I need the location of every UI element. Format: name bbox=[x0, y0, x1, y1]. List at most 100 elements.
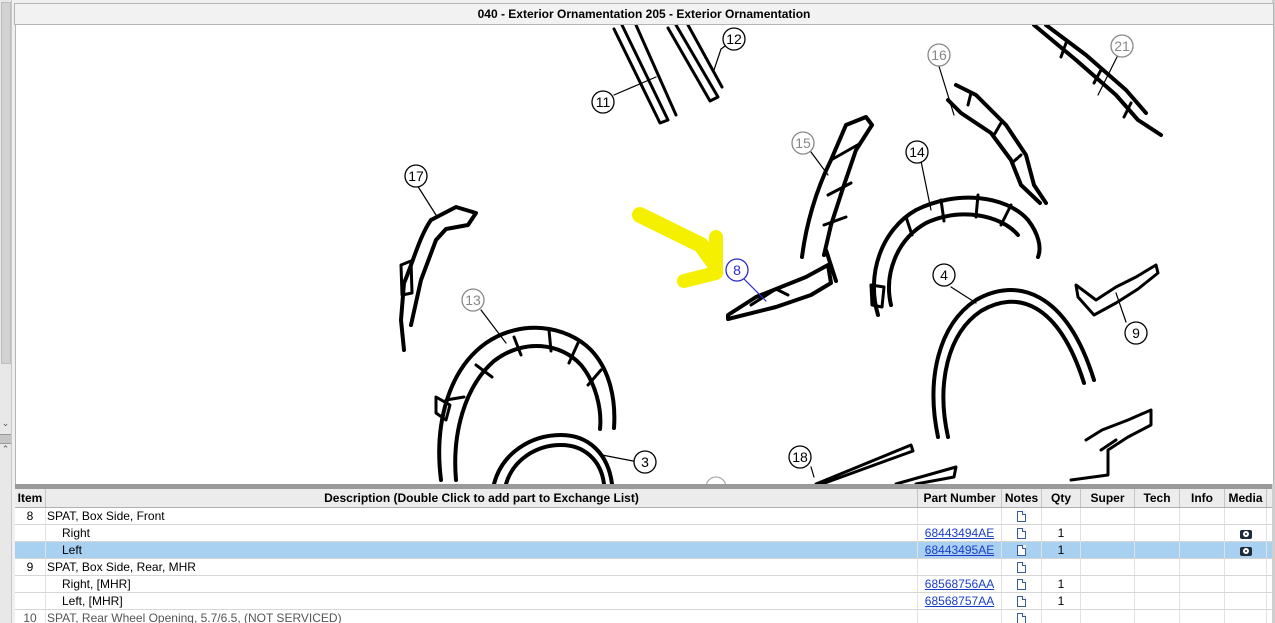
column-header-super[interactable]: Super bbox=[1081, 489, 1135, 507]
row-part-number bbox=[918, 559, 1002, 575]
part-16-bracket[interactable] bbox=[946, 83, 1048, 205]
column-header-description[interactable]: Description (Double Click to add part to… bbox=[46, 489, 918, 507]
callout-11[interactable]: 11 bbox=[591, 90, 615, 114]
row-end bbox=[1267, 593, 1272, 609]
table-row[interactable]: Left, [MHR] 68568757AA 1 bbox=[15, 593, 1272, 610]
row-tech bbox=[1135, 559, 1180, 575]
part-9-spat[interactable] bbox=[1074, 263, 1160, 317]
column-header-qty[interactable]: Qty bbox=[1042, 489, 1081, 507]
row-part-number: 68443495AE bbox=[918, 542, 1002, 558]
row-item bbox=[15, 542, 46, 558]
callout-8[interactable]: 8 bbox=[725, 258, 749, 282]
row-qty: 1 bbox=[1042, 542, 1081, 558]
row-info bbox=[1180, 576, 1225, 592]
row-super bbox=[1081, 559, 1135, 575]
row-media bbox=[1225, 576, 1267, 592]
notes-icon[interactable] bbox=[1017, 579, 1026, 590]
callout-11-label: 11 bbox=[596, 94, 611, 110]
notes-icon[interactable] bbox=[1017, 528, 1026, 539]
scroll-up-arrow-icon[interactable]: ⌃ bbox=[1, 444, 10, 455]
column-header-part-number[interactable]: Part Number bbox=[918, 489, 1002, 507]
row-notes bbox=[1002, 610, 1042, 623]
callout-12[interactable]: 12 bbox=[722, 27, 746, 51]
camera-icon[interactable] bbox=[1239, 547, 1252, 556]
column-header-item[interactable]: Item bbox=[15, 489, 46, 507]
row-item bbox=[15, 593, 46, 609]
column-header-media[interactable]: Media bbox=[1225, 489, 1267, 507]
callout-18[interactable]: 18 bbox=[788, 445, 812, 469]
part-number-link[interactable]: 68568756AA bbox=[925, 577, 994, 591]
pane-splitter-handle[interactable] bbox=[0, 434, 11, 444]
row-part-number bbox=[918, 508, 1002, 524]
notes-icon[interactable] bbox=[1017, 545, 1026, 556]
table-header: Item Description (Double Click to add pa… bbox=[15, 489, 1272, 508]
row-super bbox=[1081, 593, 1135, 609]
table-row[interactable]: 8 SPAT, Box Side, Front bbox=[15, 508, 1272, 525]
part-14-wheel-liner[interactable] bbox=[869, 193, 1042, 317]
notes-icon[interactable] bbox=[1017, 596, 1026, 607]
notes-icon[interactable] bbox=[1017, 511, 1026, 522]
callout-13[interactable]: 13 bbox=[461, 288, 485, 312]
part-18-molding[interactable] bbox=[814, 443, 958, 484]
row-super bbox=[1081, 525, 1135, 541]
part-11-pillar[interactable] bbox=[612, 25, 724, 125]
scroll-down-arrow-icon[interactable]: ⌄ bbox=[1, 418, 10, 429]
part-8-spat[interactable] bbox=[726, 248, 838, 321]
row-end bbox=[1267, 576, 1272, 592]
row-tech bbox=[1135, 542, 1180, 558]
parts-table: Item Description (Double Click to add pa… bbox=[15, 489, 1272, 623]
column-header-info[interactable]: Info bbox=[1180, 489, 1225, 507]
callout-14-label: 14 bbox=[909, 144, 925, 160]
row-item bbox=[15, 525, 46, 541]
callout-16[interactable]: 16 bbox=[927, 43, 951, 67]
callout-9[interactable]: 9 bbox=[1124, 321, 1148, 345]
callout-21[interactable]: 21 bbox=[1110, 34, 1134, 58]
callout-4[interactable]: 4 bbox=[932, 263, 956, 287]
callout-18-label: 18 bbox=[792, 449, 808, 465]
table-row[interactable]: 9 SPAT, Box Side, Rear, MHR bbox=[15, 559, 1272, 576]
part-17-bracket[interactable] bbox=[399, 205, 478, 352]
row-info bbox=[1180, 542, 1225, 558]
left-scrollbar[interactable]: ⌄ ⌃ bbox=[0, 0, 12, 623]
diagram-title: 040 - Exterior Ornamentation 205 - Exter… bbox=[14, 3, 1274, 25]
row-super bbox=[1081, 542, 1135, 558]
row-super bbox=[1081, 610, 1135, 623]
notes-icon[interactable] bbox=[1017, 562, 1026, 573]
notes-icon[interactable] bbox=[1017, 613, 1026, 623]
table-row[interactable]: Right 68443494AE 1 bbox=[15, 525, 1272, 542]
column-header-notes[interactable]: Notes bbox=[1002, 489, 1042, 507]
part-21-bracket[interactable] bbox=[1032, 25, 1163, 137]
row-notes bbox=[1002, 508, 1042, 524]
callout-partial-hidden bbox=[705, 476, 727, 484]
row-notes bbox=[1002, 576, 1042, 592]
callout-17-label: 17 bbox=[408, 168, 424, 184]
callout-3-label: 3 bbox=[641, 454, 649, 470]
row-part-number: 68443494AE bbox=[918, 525, 1002, 541]
camera-icon[interactable] bbox=[1239, 530, 1252, 539]
part-10-spat[interactable] bbox=[1069, 408, 1153, 482]
parts-diagram[interactable]: 11 12 16 21 15 14 17 8 4 13 9 3 18 bbox=[15, 25, 1274, 484]
part-number-link[interactable]: 68443495AE bbox=[925, 543, 994, 557]
column-header-tech[interactable]: Tech bbox=[1135, 489, 1180, 507]
table-row-selected[interactable]: Left 68443495AE 1 bbox=[15, 542, 1272, 559]
table-row[interactable]: Right, [MHR] 68568756AA 1 bbox=[15, 576, 1272, 593]
table-row[interactable]: 10 SPAT, Rear Wheel Opening, 5.7/6.5, (N… bbox=[15, 610, 1272, 623]
row-notes bbox=[1002, 559, 1042, 575]
part-number-link[interactable]: 68568757AA bbox=[925, 594, 994, 608]
row-media bbox=[1225, 525, 1267, 541]
callout-8-label: 8 bbox=[733, 262, 741, 278]
callout-17[interactable]: 17 bbox=[404, 164, 428, 188]
callout-21-label: 21 bbox=[1114, 38, 1130, 54]
part-3-arch[interactable] bbox=[492, 433, 614, 484]
row-tech bbox=[1135, 508, 1180, 524]
callout-14[interactable]: 14 bbox=[905, 140, 929, 164]
row-item: 10 bbox=[15, 610, 46, 623]
callout-3[interactable]: 3 bbox=[633, 450, 657, 474]
part-4-flare[interactable] bbox=[931, 288, 1096, 439]
callout-15[interactable]: 15 bbox=[791, 131, 815, 155]
row-qty: 1 bbox=[1042, 576, 1081, 592]
left-scroll-thumb[interactable] bbox=[1, 2, 11, 364]
row-part-number: 68568756AA bbox=[918, 576, 1002, 592]
part-number-link[interactable]: 68443494AE bbox=[925, 526, 994, 540]
row-info bbox=[1180, 559, 1225, 575]
